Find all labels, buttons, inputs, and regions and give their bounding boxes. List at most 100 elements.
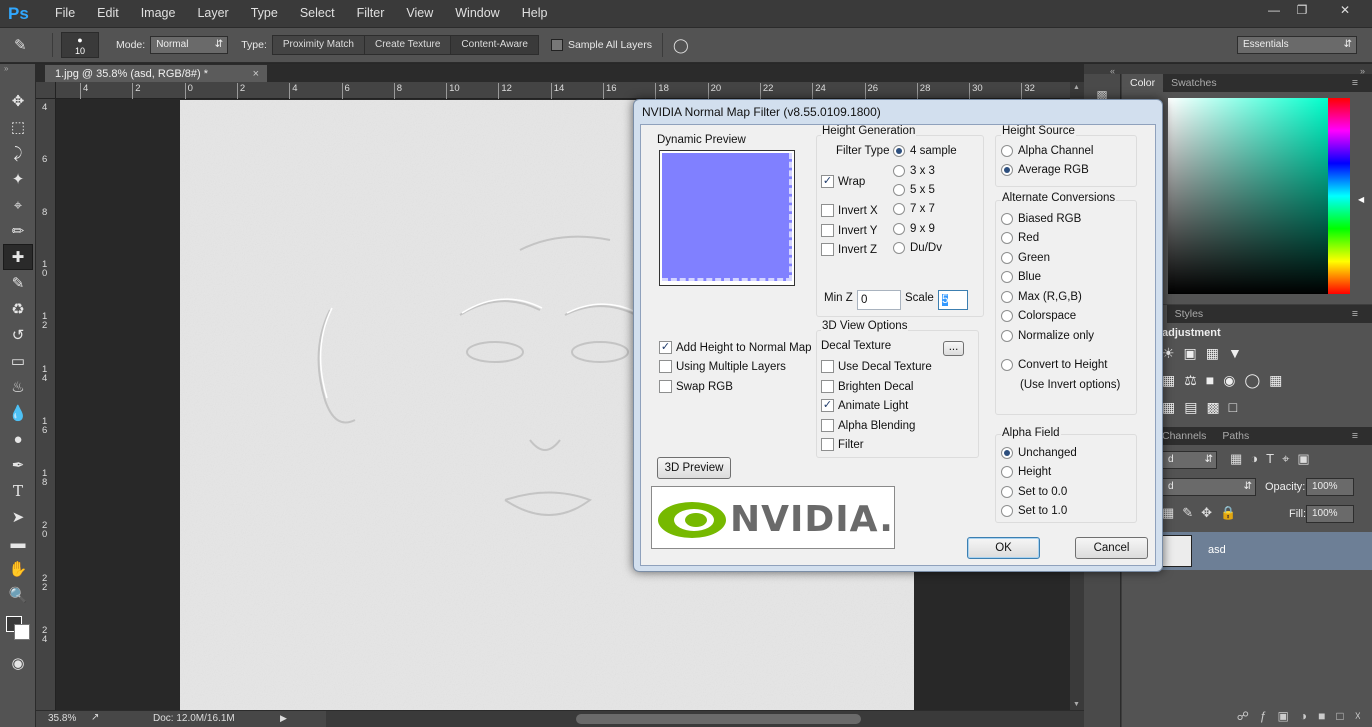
create-texture-button[interactable]: Create Texture	[365, 36, 452, 54]
path-select-icon[interactable]: ➤	[0, 504, 36, 530]
filter-4-sample-radio[interactable]: 4 sample	[893, 145, 957, 157]
ok-button[interactable]: OK	[967, 537, 1040, 559]
alpha-unchanged-radio[interactable]: Unchanged	[1001, 447, 1077, 459]
menu-filter[interactable]: Filter	[346, 0, 396, 27]
menu-type[interactable]: Type	[240, 0, 289, 27]
tab-color[interactable]: Color	[1122, 74, 1164, 92]
min-z-input[interactable]: 0	[857, 290, 901, 310]
red-radio[interactable]: Red	[1001, 232, 1039, 244]
close-window-icon[interactable]: ✕	[1325, 0, 1365, 20]
alpha-channel-radio[interactable]: Alpha Channel	[1001, 145, 1093, 157]
filter-dudv-radio[interactable]: Du/Dv	[893, 242, 942, 254]
alpha-height-radio[interactable]: Height	[1001, 466, 1051, 478]
blend-mode-select[interactable]: d ⇵	[1162, 478, 1256, 496]
filter-3x3-radio[interactable]: 3 x 3	[893, 165, 935, 177]
menu-image[interactable]: Image	[130, 0, 187, 27]
layer-bottom-icons[interactable]: ☍ƒ▣◑■□☓	[1162, 709, 1372, 723]
lock-icons[interactable]: ▦✎✥🔒	[1162, 505, 1244, 521]
wrap-checkbox[interactable]: ✓ Wrap	[821, 175, 865, 188]
tab-styles[interactable]: Styles	[1167, 305, 1212, 323]
hue-slider[interactable]	[1328, 98, 1350, 294]
eyedropper-icon[interactable]: ✏	[0, 218, 36, 244]
panel-menu-icon[interactable]: ≡	[1344, 74, 1366, 92]
panel-menu-icon[interactable]: ≡	[1344, 305, 1366, 323]
marquee-tool-icon[interactable]: ⬚	[0, 114, 36, 140]
history-brush-icon[interactable]: ↺	[0, 322, 36, 348]
green-radio[interactable]: Green	[1001, 252, 1050, 264]
color-field[interactable]	[1168, 98, 1328, 294]
pressure-size-icon[interactable]: ◯	[673, 37, 689, 54]
eraser-icon[interactable]: ▭	[0, 348, 36, 374]
filter-checkbox[interactable]: Filter	[821, 438, 864, 451]
status-menu-arrow-icon[interactable]: ▶	[280, 713, 287, 724]
invert-y-checkbox[interactable]: Invert Y	[821, 224, 877, 237]
clone-stamp-icon[interactable]: ♻	[0, 296, 36, 322]
paint-bucket-icon[interactable]: ♨	[0, 374, 36, 400]
document-tab[interactable]: 1.jpg @ 35.8% (asd, RGB/8#) * ×	[44, 64, 268, 82]
menu-window[interactable]: Window	[444, 0, 510, 27]
blur-tool-icon[interactable]: 💧	[0, 400, 36, 426]
average-rgb-radio[interactable]: Average RGB	[1001, 164, 1089, 176]
scroll-up-icon[interactable]: ▲	[1073, 84, 1080, 91]
alpha-set-1-radio[interactable]: Set to 1.0	[1001, 505, 1067, 517]
rectangle-tool-icon[interactable]: ▬	[0, 530, 36, 556]
max-rgb-radio[interactable]: Max (R,G,B)	[1001, 291, 1082, 303]
brighten-decal-checkbox[interactable]: Brighten Decal	[821, 380, 913, 393]
export-icon[interactable]: ↗	[91, 712, 99, 723]
content-aware-button[interactable]: Content-Aware	[451, 36, 538, 54]
alpha-blending-checkbox[interactable]: Alpha Blending	[821, 419, 915, 432]
magic-wand-icon[interactable]: ✦	[0, 166, 36, 192]
filter-5x5-radio[interactable]: 5 x 5	[893, 184, 935, 196]
close-tab-icon[interactable]: ×	[253, 65, 259, 83]
fill-input[interactable]: 100%	[1306, 505, 1354, 523]
cancel-button[interactable]: Cancel	[1075, 537, 1148, 559]
brush-preset-picker[interactable]: ● 10	[61, 32, 99, 58]
menu-select[interactable]: Select	[289, 0, 346, 27]
zoom-level[interactable]: 35.8%	[48, 713, 76, 724]
adjustment-icons-row-1[interactable]: ☀▣▦▼	[1162, 345, 1251, 362]
alpha-set-0-radio[interactable]: Set to 0.0	[1001, 486, 1067, 498]
hand-tool-icon[interactable]: ✋	[0, 556, 36, 582]
horizontal-scrollbar[interactable]	[326, 711, 1096, 727]
layer-name[interactable]: asd	[1208, 544, 1226, 556]
move-tool-icon[interactable]: ✥	[0, 88, 36, 114]
normalize-only-radio[interactable]: Normalize only	[1001, 330, 1094, 342]
dodge-tool-icon[interactable]: ●	[0, 426, 36, 452]
quick-mask-icon[interactable]: ◉	[0, 650, 36, 676]
healing-brush-icon[interactable]: ✎	[14, 36, 44, 54]
crop-tool-icon[interactable]: ⌖	[0, 192, 36, 218]
scroll-thumb[interactable]	[576, 714, 861, 724]
panel-menu-icon[interactable]: ≡	[1344, 427, 1366, 445]
invert-z-checkbox[interactable]: Invert Z	[821, 243, 877, 256]
workspace-select[interactable]: Essentials ⇵	[1237, 36, 1357, 54]
pen-tool-icon[interactable]: ✒	[0, 452, 36, 478]
menu-edit[interactable]: Edit	[86, 0, 130, 27]
use-decal-texture-checkbox[interactable]: Use Decal Texture	[821, 360, 932, 373]
type-tool-icon[interactable]: T	[0, 478, 36, 504]
menu-help[interactable]: Help	[511, 0, 559, 27]
adjustment-icons-row-3[interactable]: ▦▤▩□	[1162, 399, 1246, 416]
color-swatches[interactable]	[0, 608, 35, 650]
proximity-match-button[interactable]: Proximity Match	[272, 36, 365, 54]
sample-all-layers-checkbox[interactable]	[550, 39, 563, 51]
invert-x-checkbox[interactable]: Invert X	[821, 204, 878, 217]
tab-paths[interactable]: Paths	[1214, 427, 1257, 445]
using-multiple-layers-checkbox[interactable]: Using Multiple Layers	[659, 360, 786, 373]
healing-brush-tool-icon[interactable]: ✚	[3, 244, 33, 270]
biased-rgb-radio[interactable]: Biased RGB	[1001, 213, 1081, 225]
3d-preview-button[interactable]: 3D Preview	[657, 457, 731, 479]
filter-7x7-radio[interactable]: 7 x 7	[893, 203, 935, 215]
menu-view[interactable]: View	[395, 0, 444, 27]
filter-9x9-radio[interactable]: 9 x 9	[893, 223, 935, 235]
lasso-tool-icon[interactable]: ⤸	[0, 140, 36, 166]
brush-tool-icon[interactable]: ✎	[0, 270, 36, 296]
layer-filter-icons[interactable]: ▦◑T⌖▣	[1230, 451, 1318, 467]
opacity-input[interactable]: 100%	[1306, 478, 1354, 496]
tab-swatches[interactable]: Swatches	[1163, 74, 1225, 92]
swap-rgb-checkbox[interactable]: Swap RGB	[659, 380, 733, 393]
scale-input[interactable]: 5	[938, 290, 968, 310]
convert-to-height-radio[interactable]: Convert to Height	[1001, 359, 1108, 371]
minimize-icon[interactable]: —	[1259, 0, 1289, 20]
mode-select[interactable]: Normal ⇵	[150, 36, 229, 54]
menu-file[interactable]: File	[44, 0, 86, 27]
